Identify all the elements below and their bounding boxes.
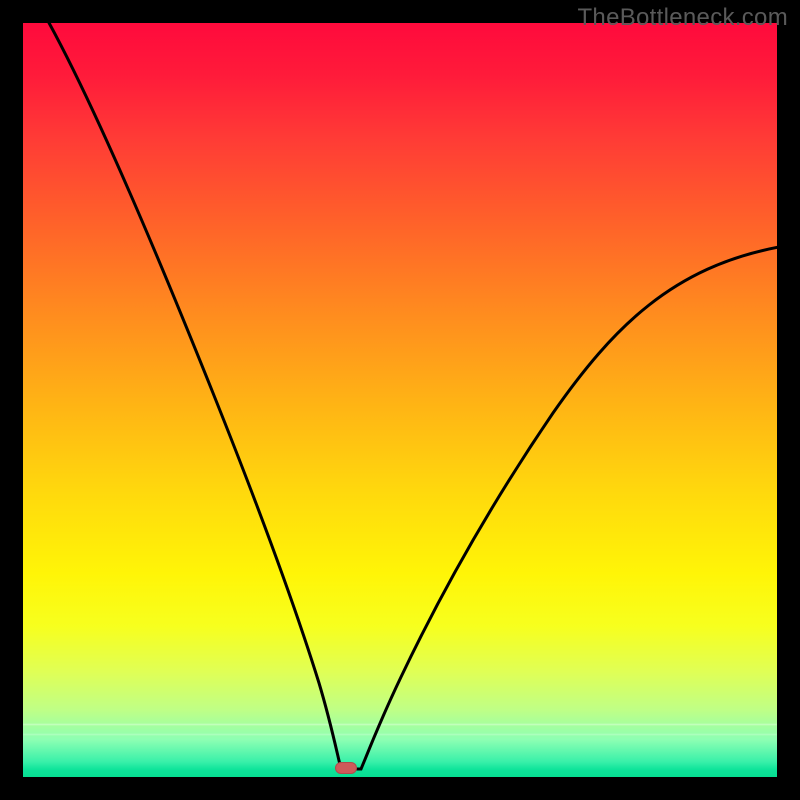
minimum-marker — [335, 762, 357, 774]
chart-frame: TheBottleneck.com — [0, 0, 800, 800]
watermark-text: TheBottleneck.com — [577, 4, 788, 32]
bottleneck-curve-path — [48, 23, 777, 769]
curve-svg — [23, 23, 777, 777]
plot-area — [23, 23, 777, 777]
